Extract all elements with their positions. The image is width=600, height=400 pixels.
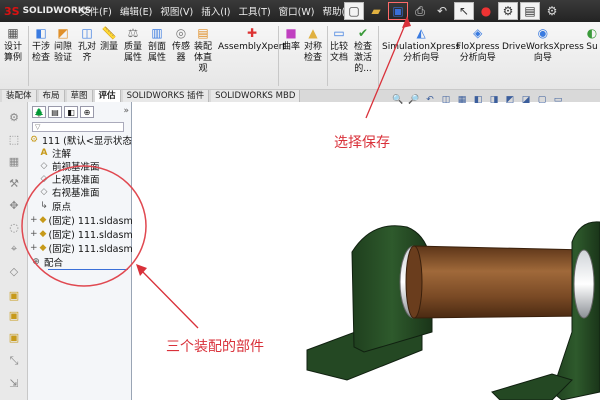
highlight-circle — [21, 165, 147, 287]
arrow-to-parts — [138, 267, 199, 329]
arrow-head-save — [402, 16, 411, 28]
arrow-to-save — [365, 19, 408, 119]
annotation-overlay — [21, 16, 411, 329]
